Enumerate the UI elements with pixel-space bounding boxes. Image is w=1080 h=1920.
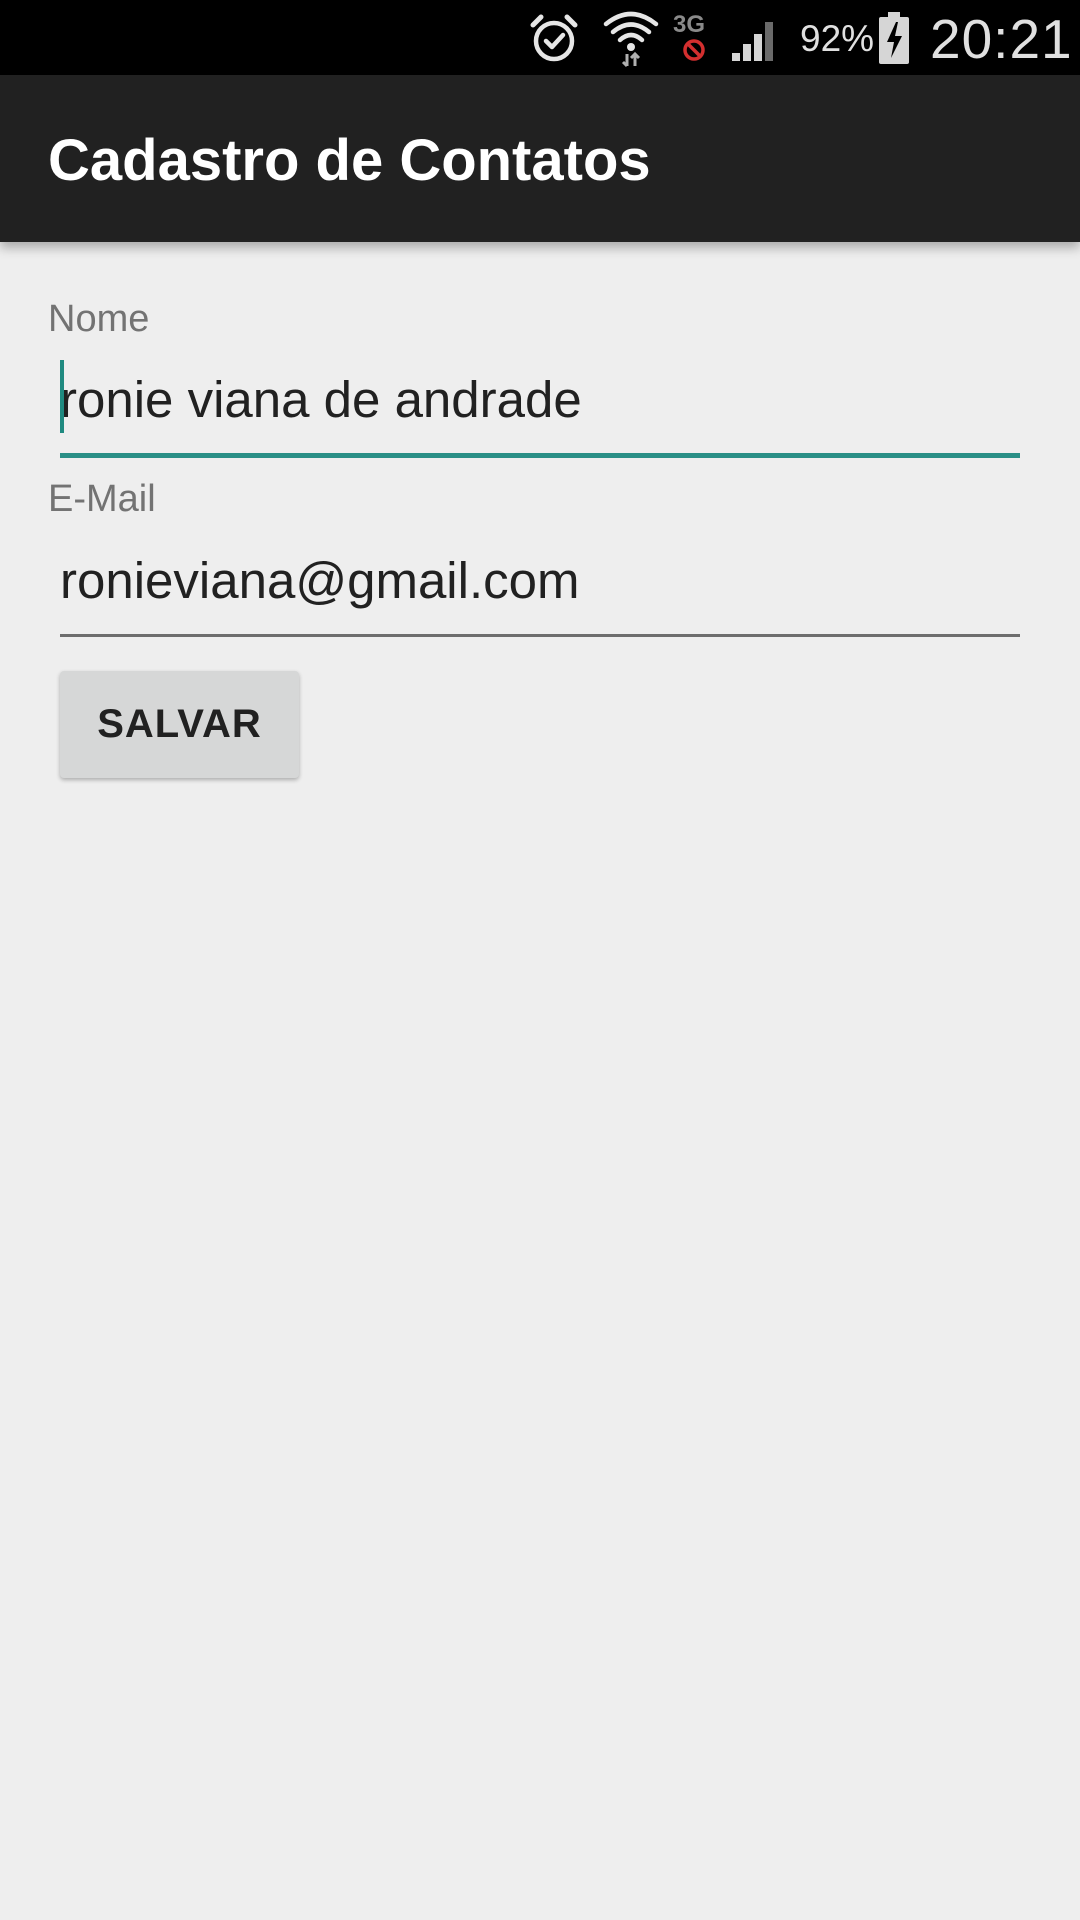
app-bar: Cadastro de Contatos (0, 75, 1080, 242)
app-title: Cadastro de Contatos (48, 128, 651, 193)
battery-charging-icon (874, 0, 914, 75)
wifi-icon (600, 0, 662, 75)
name-label: Nome (48, 298, 150, 340)
email-label: E-Mail (48, 478, 156, 520)
name-input[interactable] (60, 360, 1020, 438)
name-input-underline (60, 453, 1020, 458)
battery-percentage: 92% (800, 18, 875, 59)
alarm-icon (524, 0, 584, 75)
text-cursor (60, 360, 64, 433)
status-bar: 3G 92% 20:21 (0, 0, 1080, 75)
mobile-data-blocked-icon: 3G (668, 0, 718, 75)
email-input[interactable] (60, 541, 1020, 619)
clock: 20:21 (930, 8, 1073, 70)
email-input-underline (60, 634, 1020, 637)
network-type-label: 3G (673, 11, 705, 38)
save-button[interactable]: SALVAR (60, 671, 299, 778)
signal-icon (728, 0, 782, 75)
